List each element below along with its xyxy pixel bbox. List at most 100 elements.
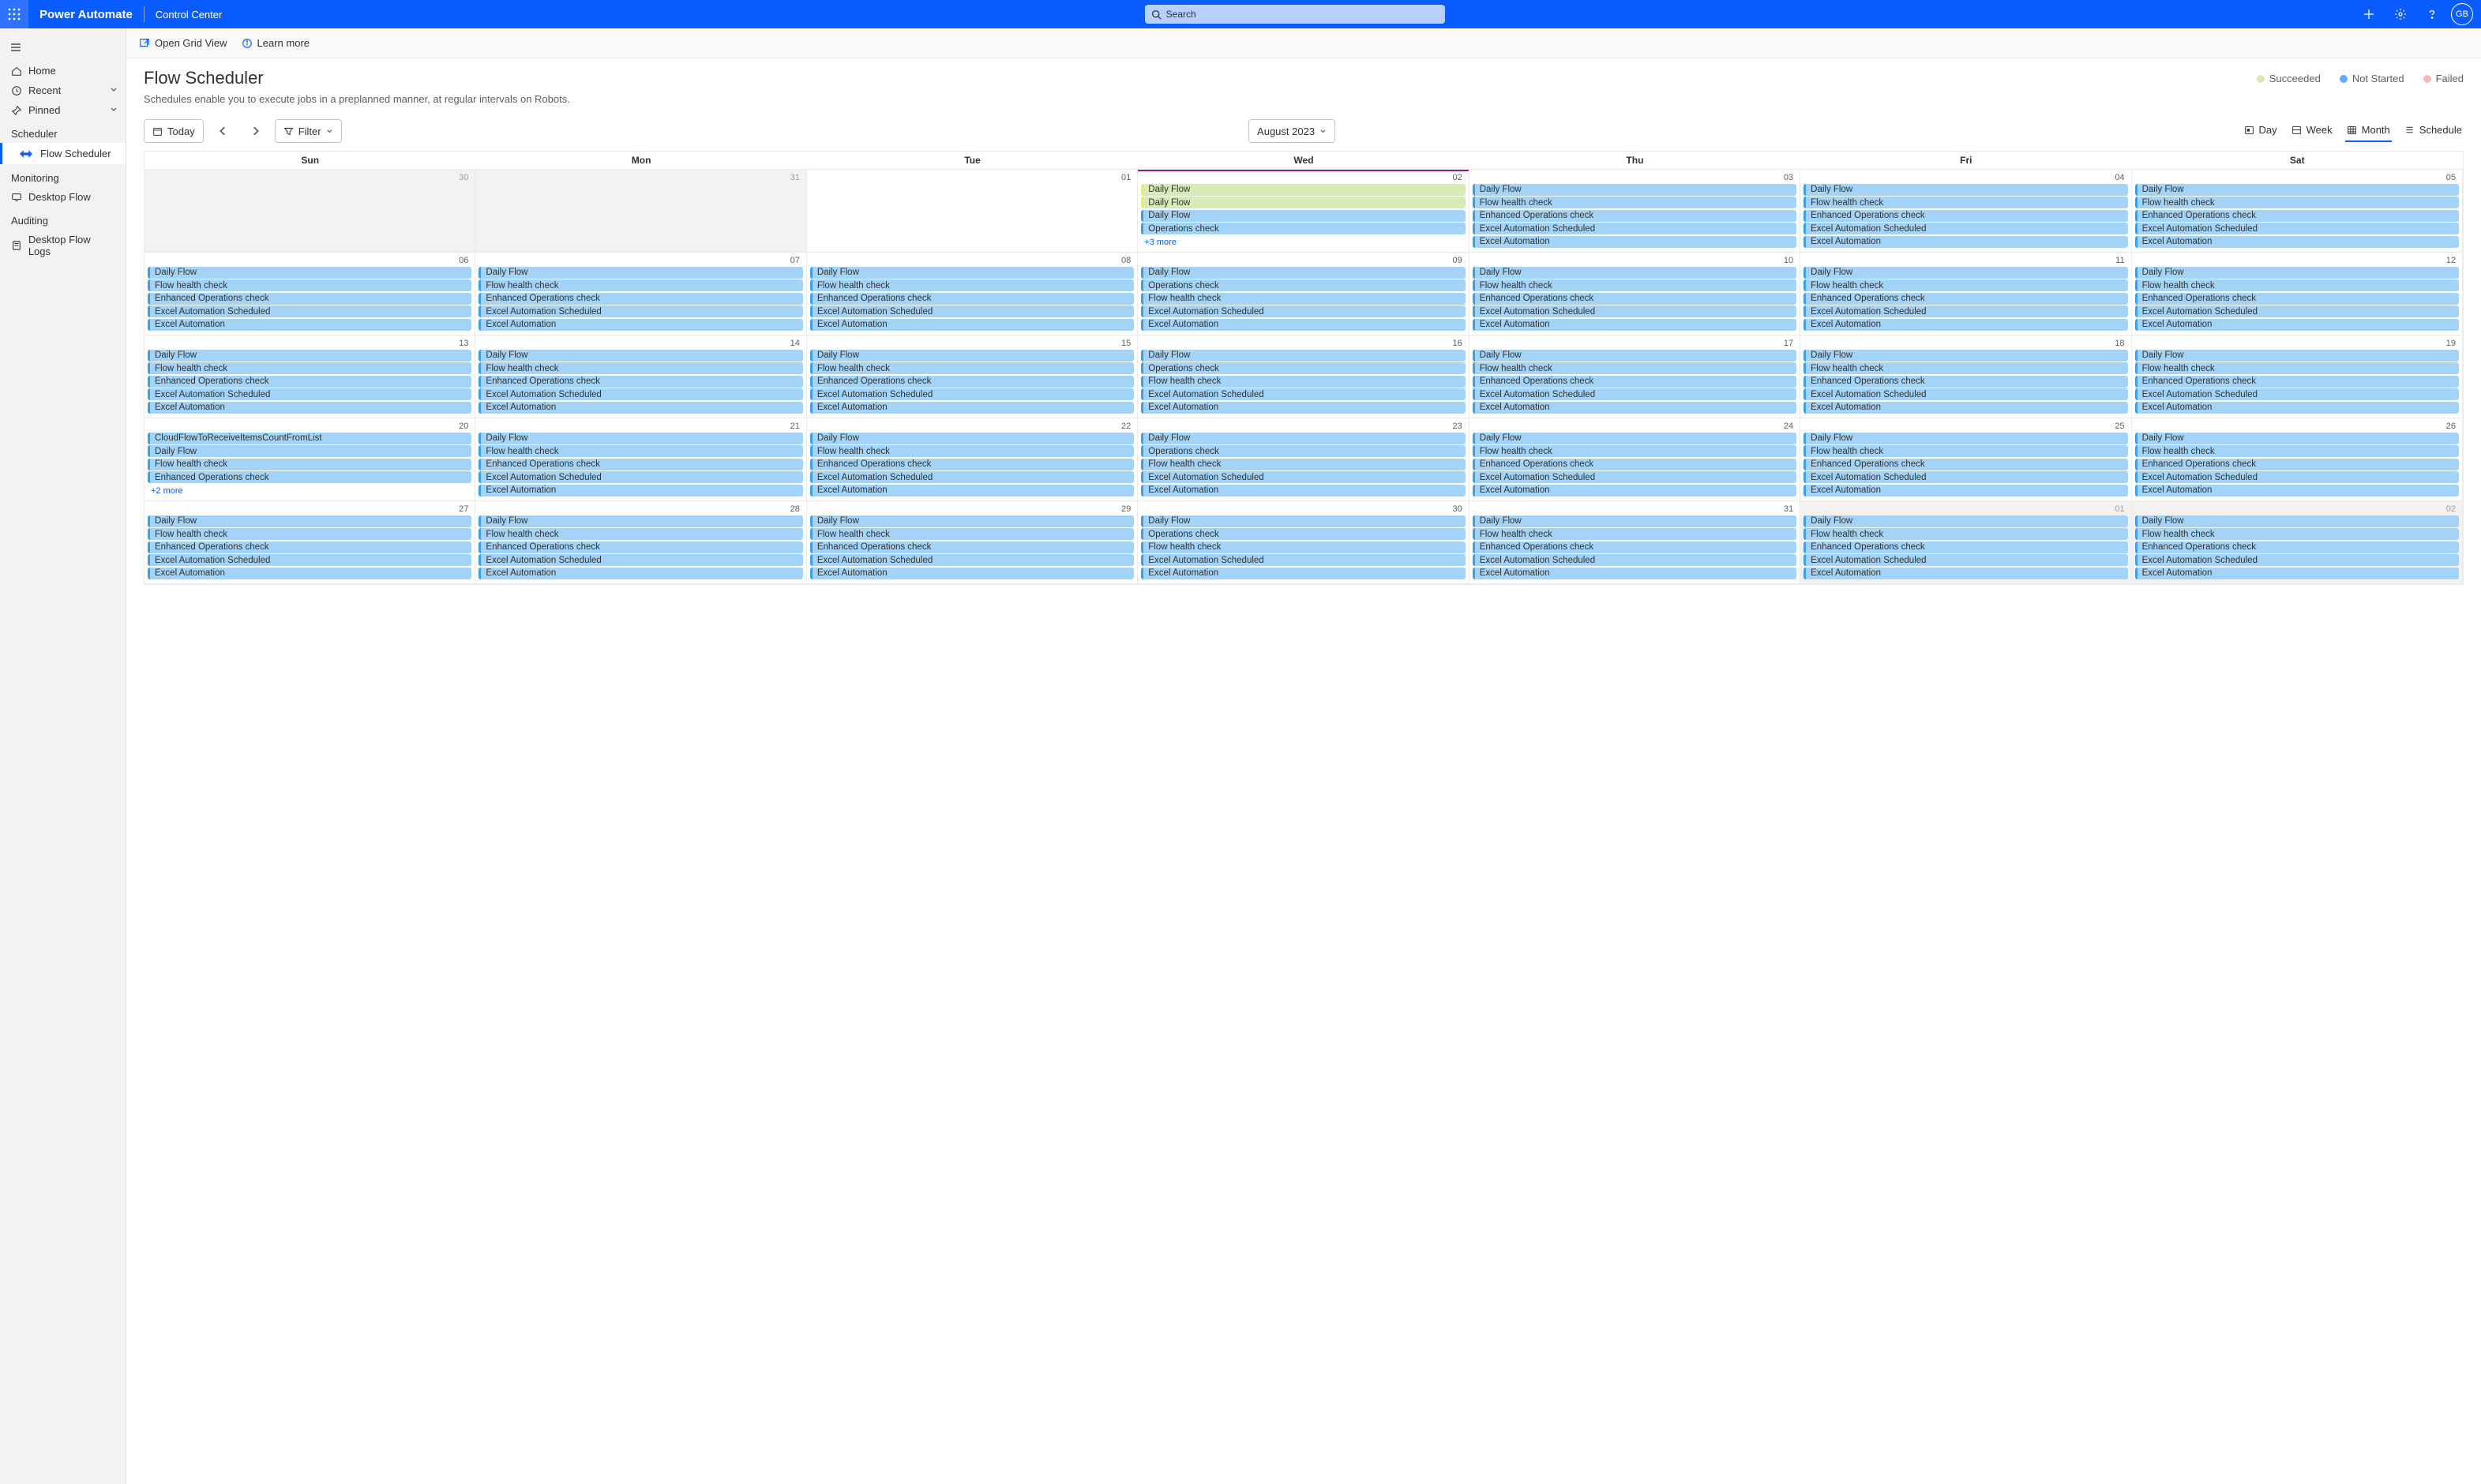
- calendar-event[interactable]: Excel Automation: [479, 319, 802, 331]
- calendar-event[interactable]: Excel Automation: [1141, 485, 1465, 497]
- calendar-cell[interactable]: 20CloudFlowToReceiveItemsCountFromListDa…: [145, 418, 475, 501]
- calendar-event[interactable]: Daily Flow: [479, 433, 802, 444]
- calendar-event[interactable]: Flow health check: [479, 445, 802, 457]
- calendar-event[interactable]: Daily Flow: [2135, 433, 2459, 444]
- calendar-event[interactable]: Flow health check: [2135, 279, 2459, 291]
- calendar-event[interactable]: Daily Flow: [1141, 515, 1465, 527]
- calendar-event[interactable]: Flow health check: [2135, 445, 2459, 457]
- calendar-event[interactable]: Excel Automation Scheduled: [1141, 471, 1465, 483]
- calendar-event[interactable]: Excel Automation Scheduled: [1141, 388, 1465, 400]
- calendar-cell[interactable]: 12Daily FlowFlow health checkEnhanced Op…: [2132, 253, 2463, 335]
- calendar-event[interactable]: Flow health check: [2135, 528, 2459, 540]
- avatar[interactable]: GB: [2451, 3, 2473, 25]
- calendar-event[interactable]: Flow health check: [1473, 197, 1796, 208]
- calendar-event[interactable]: Flow health check: [1141, 542, 1465, 553]
- calendar-event[interactable]: Excel Automation Scheduled: [1473, 554, 1796, 566]
- calendar-event[interactable]: Excel Automation: [1473, 568, 1796, 579]
- view-week-tab[interactable]: Week: [2290, 121, 2334, 142]
- calendar-event[interactable]: Daily Flow: [1141, 210, 1465, 222]
- calendar-event[interactable]: Excel Automation: [1141, 568, 1465, 579]
- calendar-event[interactable]: Excel Automation Scheduled: [2135, 471, 2459, 483]
- calendar-event[interactable]: Excel Automation: [1804, 236, 2127, 248]
- calendar-cell[interactable]: 06Daily FlowFlow health checkEnhanced Op…: [145, 253, 475, 335]
- calendar-event[interactable]: Excel Automation: [479, 568, 802, 579]
- calendar-event[interactable]: Enhanced Operations check: [1804, 293, 2127, 305]
- calendar-event[interactable]: Excel Automation: [2135, 319, 2459, 331]
- calendar-event[interactable]: Enhanced Operations check: [1473, 210, 1796, 222]
- calendar-event[interactable]: Flow health check: [1473, 279, 1796, 291]
- open-grid-view-button[interactable]: Open Grid View: [139, 37, 227, 49]
- prev-button[interactable]: [212, 119, 235, 143]
- calendar-cell[interactable]: 26Daily FlowFlow health checkEnhanced Op…: [2132, 418, 2463, 501]
- calendar-event[interactable]: Enhanced Operations check: [479, 542, 802, 553]
- calendar-event[interactable]: Excel Automation Scheduled: [2135, 223, 2459, 234]
- calendar-cell[interactable]: 16Daily FlowOperations checkFlow health …: [1138, 335, 1469, 418]
- calendar-event[interactable]: Flow health check: [1141, 459, 1465, 470]
- calendar-event[interactable]: Daily Flow: [148, 350, 471, 362]
- calendar-event[interactable]: Operations check: [1141, 279, 1465, 291]
- calendar-event[interactable]: Excel Automation Scheduled: [1473, 388, 1796, 400]
- calendar-event[interactable]: Excel Automation: [810, 319, 1134, 331]
- calendar-cell[interactable]: 21Daily FlowFlow health checkEnhanced Op…: [475, 418, 806, 501]
- calendar-event[interactable]: Daily Flow: [1804, 350, 2127, 362]
- calendar-cell[interactable]: 02Daily FlowDaily FlowDaily FlowOperatio…: [1138, 170, 1469, 253]
- calendar-event[interactable]: Excel Automation Scheduled: [1804, 471, 2127, 483]
- calendar-event[interactable]: Enhanced Operations check: [2135, 210, 2459, 222]
- calendar-event[interactable]: Excel Automation Scheduled: [1804, 305, 2127, 317]
- calendar-event[interactable]: CloudFlowToReceiveItemsCountFromList: [148, 433, 471, 444]
- nav-pinned[interactable]: Pinned: [0, 100, 126, 120]
- help-icon[interactable]: [2419, 2, 2445, 27]
- calendar-cell[interactable]: 30: [145, 170, 475, 253]
- calendar-event[interactable]: Flow health check: [1473, 445, 1796, 457]
- calendar-event[interactable]: Enhanced Operations check: [148, 471, 471, 483]
- calendar-event[interactable]: Excel Automation Scheduled: [1473, 223, 1796, 234]
- calendar-event[interactable]: Enhanced Operations check: [810, 459, 1134, 470]
- calendar-event[interactable]: Excel Automation: [1473, 319, 1796, 331]
- calendar-event[interactable]: Enhanced Operations check: [1473, 376, 1796, 388]
- calendar-event[interactable]: Enhanced Operations check: [2135, 542, 2459, 553]
- calendar-event[interactable]: Enhanced Operations check: [1804, 542, 2127, 553]
- calendar-event[interactable]: Excel Automation Scheduled: [479, 471, 802, 483]
- calendar-event[interactable]: Flow health check: [148, 362, 471, 374]
- calendar-event[interactable]: Flow health check: [1804, 528, 2127, 540]
- calendar-cell[interactable]: 15Daily FlowFlow health checkEnhanced Op…: [807, 335, 1138, 418]
- calendar-event[interactable]: Flow health check: [810, 528, 1134, 540]
- calendar-cell[interactable]: 09Daily FlowOperations checkFlow health …: [1138, 253, 1469, 335]
- calendar-event[interactable]: Excel Automation Scheduled: [1141, 554, 1465, 566]
- calendar-event[interactable]: Enhanced Operations check: [1804, 210, 2127, 222]
- calendar-event[interactable]: Excel Automation Scheduled: [2135, 305, 2459, 317]
- calendar-event[interactable]: Excel Automation: [1473, 485, 1796, 497]
- calendar-event[interactable]: Flow health check: [479, 528, 802, 540]
- calendar-event[interactable]: Daily Flow: [2135, 267, 2459, 279]
- calendar-event[interactable]: Excel Automation: [810, 568, 1134, 579]
- calendar-event[interactable]: Daily Flow: [1141, 433, 1465, 444]
- calendar-event[interactable]: Enhanced Operations check: [1804, 376, 2127, 388]
- learn-more-button[interactable]: Learn more: [242, 37, 310, 49]
- calendar-event[interactable]: Excel Automation: [810, 485, 1134, 497]
- calendar-event[interactable]: Excel Automation: [479, 402, 802, 414]
- calendar-event[interactable]: Excel Automation Scheduled: [1473, 471, 1796, 483]
- calendar-event[interactable]: Flow health check: [2135, 197, 2459, 208]
- calendar-event[interactable]: Excel Automation Scheduled: [479, 554, 802, 566]
- calendar-event[interactable]: Operations check: [1141, 223, 1465, 234]
- calendar-event[interactable]: Flow health check: [1804, 279, 2127, 291]
- calendar-event[interactable]: Enhanced Operations check: [479, 459, 802, 470]
- calendar-cell[interactable]: 18Daily FlowFlow health checkEnhanced Op…: [1800, 335, 2131, 418]
- calendar-event[interactable]: Excel Automation Scheduled: [1804, 388, 2127, 400]
- calendar-event[interactable]: Flow health check: [810, 279, 1134, 291]
- calendar-event[interactable]: Daily Flow: [479, 350, 802, 362]
- calendar-cell[interactable]: 28Daily FlowFlow health checkEnhanced Op…: [475, 501, 806, 584]
- calendar-event[interactable]: Enhanced Operations check: [148, 542, 471, 553]
- app-launcher-icon[interactable]: [0, 0, 28, 28]
- calendar-event[interactable]: Daily Flow: [1473, 433, 1796, 444]
- calendar-cell[interactable]: 01: [807, 170, 1138, 253]
- calendar-event[interactable]: Flow health check: [1141, 293, 1465, 305]
- calendar-cell[interactable]: 27Daily FlowFlow health checkEnhanced Op…: [145, 501, 475, 584]
- calendar-event[interactable]: Flow health check: [2135, 362, 2459, 374]
- calendar-event[interactable]: Daily Flow: [1473, 515, 1796, 527]
- calendar-event[interactable]: Excel Automation: [2135, 402, 2459, 414]
- calendar-event[interactable]: Flow health check: [810, 362, 1134, 374]
- calendar-cell[interactable]: 11Daily FlowFlow health checkEnhanced Op…: [1800, 253, 2131, 335]
- calendar-event[interactable]: Operations check: [1141, 445, 1465, 457]
- view-month-tab[interactable]: Month: [2345, 121, 2392, 142]
